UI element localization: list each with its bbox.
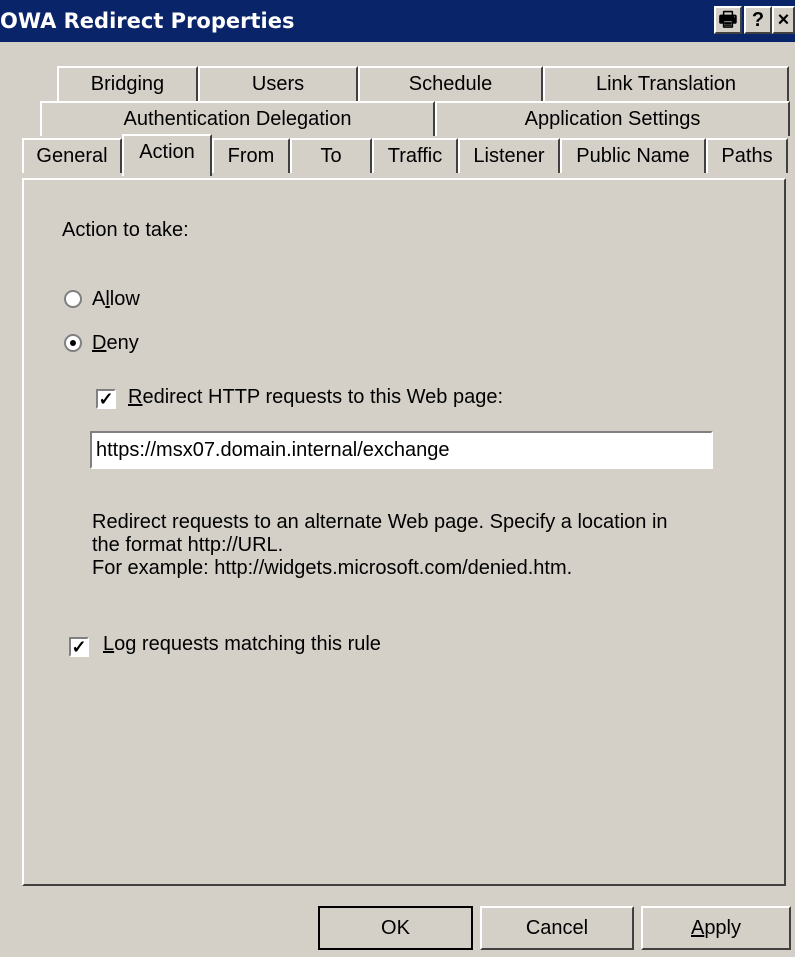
allow-label[interactable]: Allow bbox=[92, 288, 140, 311]
tab-users[interactable]: Users bbox=[198, 66, 358, 101]
cancel-button[interactable]: Cancel bbox=[480, 906, 634, 950]
redirect-label[interactable]: Redirect HTTP requests to this Web page: bbox=[128, 386, 503, 409]
log-requests-checkbox[interactable]: ✓ bbox=[69, 637, 89, 657]
apply-button[interactable]: Apply bbox=[641, 906, 791, 950]
help-button[interactable]: ? bbox=[744, 6, 772, 34]
tab-bridging[interactable]: Bridging bbox=[57, 66, 198, 101]
tab-traffic[interactable]: Traffic bbox=[372, 138, 458, 173]
help-text-line1: Redirect requests to an alternate Web pa… bbox=[92, 511, 668, 533]
tab-application-settings[interactable]: Application Settings bbox=[435, 101, 790, 136]
allow-radio[interactable] bbox=[64, 290, 82, 308]
redirect-checkbox[interactable]: ✓ bbox=[96, 389, 116, 409]
tab-from[interactable]: From bbox=[212, 138, 290, 173]
title-bar: OWA Redirect Properties 🖶 ? × bbox=[0, 0, 795, 42]
close-button[interactable]: × bbox=[772, 6, 795, 34]
tab-public-name[interactable]: Public Name bbox=[560, 138, 706, 173]
deny-label[interactable]: Deny bbox=[92, 332, 139, 355]
tab-paths[interactable]: Paths bbox=[706, 138, 788, 173]
tab-action[interactable]: Action bbox=[122, 134, 212, 176]
tab-schedule[interactable]: Schedule bbox=[358, 66, 543, 101]
window-title: OWA Redirect Properties bbox=[0, 9, 295, 33]
tab-authentication-delegation[interactable]: Authentication Delegation bbox=[40, 101, 435, 136]
radio-selected-dot bbox=[70, 340, 76, 346]
tab-link-translation[interactable]: Link Translation bbox=[543, 66, 789, 101]
action-to-take-label: Action to take: bbox=[62, 219, 189, 241]
redirect-url-input[interactable] bbox=[90, 431, 713, 469]
help-text-line3: For example: http://widgets.microsoft.co… bbox=[92, 557, 573, 579]
tab-listener[interactable]: Listener bbox=[458, 138, 560, 173]
log-requests-label[interactable]: Log requests matching this rule bbox=[103, 633, 381, 656]
tab-general[interactable]: General bbox=[22, 138, 122, 173]
tab-to[interactable]: To bbox=[290, 138, 372, 173]
help-text-line2: the format http://URL. bbox=[92, 534, 284, 556]
deny-radio[interactable] bbox=[64, 334, 82, 352]
ok-button[interactable]: OK bbox=[318, 906, 473, 950]
print-icon[interactable]: 🖶 bbox=[714, 6, 742, 34]
